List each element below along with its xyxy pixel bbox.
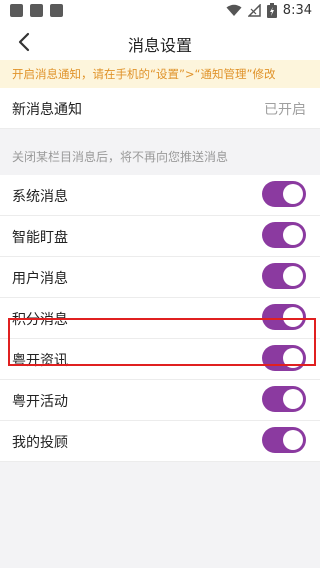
item-label: 我的投顾 — [12, 435, 68, 451]
nav-bar: 消息设置 — [0, 24, 320, 60]
list-item: 智能盯盘 — [0, 216, 320, 257]
smart-watch-toggle[interactable] — [262, 222, 306, 248]
page-title: 消息设置 — [127, 36, 192, 55]
status-time: 8:34 — [282, 3, 312, 18]
notification-icon — [10, 4, 23, 17]
toggle-knob — [283, 225, 303, 245]
section-hint: 关闭某栏目消息后，将不再向您推送消息 — [0, 139, 320, 175]
list-item: 粤开活动 — [0, 380, 320, 421]
new-message-notification-label: 新消息通知 — [12, 102, 82, 118]
status-bar: 8:34 — [0, 0, 320, 24]
settings-list: 系统消息 智能盯盘 用户消息 积分消息 粤开资讯 粤开活动 我的投顾 — [0, 175, 320, 462]
new-message-notification-row[interactable]: 新消息通知 已开启 — [0, 88, 320, 129]
points-message-toggle[interactable] — [262, 304, 306, 330]
signal-icon — [247, 4, 261, 17]
list-item: 粤开资讯 — [0, 339, 320, 380]
toggle-knob — [283, 430, 303, 450]
status-right: 8:34 — [226, 3, 312, 18]
item-label: 粤开资讯 — [12, 353, 68, 369]
toggle-knob — [283, 348, 303, 368]
toggle-knob — [283, 389, 303, 409]
new-message-notification-status: 已开启 — [264, 102, 306, 118]
permission-tip: 开启消息通知，请在手机的“设置”>“通知管理”修改 — [0, 60, 320, 88]
notification-icon — [30, 4, 43, 17]
user-message-toggle[interactable] — [262, 263, 306, 289]
item-label: 粤开活动 — [12, 394, 68, 410]
yuekai-events-toggle[interactable] — [262, 386, 306, 412]
item-label: 积分消息 — [12, 312, 68, 328]
item-label: 系统消息 — [12, 189, 68, 205]
wifi-icon — [226, 4, 242, 16]
yuekai-news-toggle[interactable] — [262, 345, 306, 371]
toggle-knob — [283, 184, 303, 204]
system-message-toggle[interactable] — [262, 181, 306, 207]
item-label: 用户消息 — [12, 271, 68, 287]
list-item: 系统消息 — [0, 175, 320, 216]
notification-icon — [50, 4, 63, 17]
my-advisor-toggle[interactable] — [262, 427, 306, 453]
toggle-knob — [283, 307, 303, 327]
list-item: 我的投顾 — [0, 421, 320, 462]
toggle-knob — [283, 266, 303, 286]
section-gap — [0, 129, 320, 139]
battery-icon — [266, 3, 277, 18]
list-item: 积分消息 — [0, 298, 320, 339]
list-item: 用户消息 — [0, 257, 320, 298]
item-label: 智能盯盘 — [12, 230, 68, 246]
